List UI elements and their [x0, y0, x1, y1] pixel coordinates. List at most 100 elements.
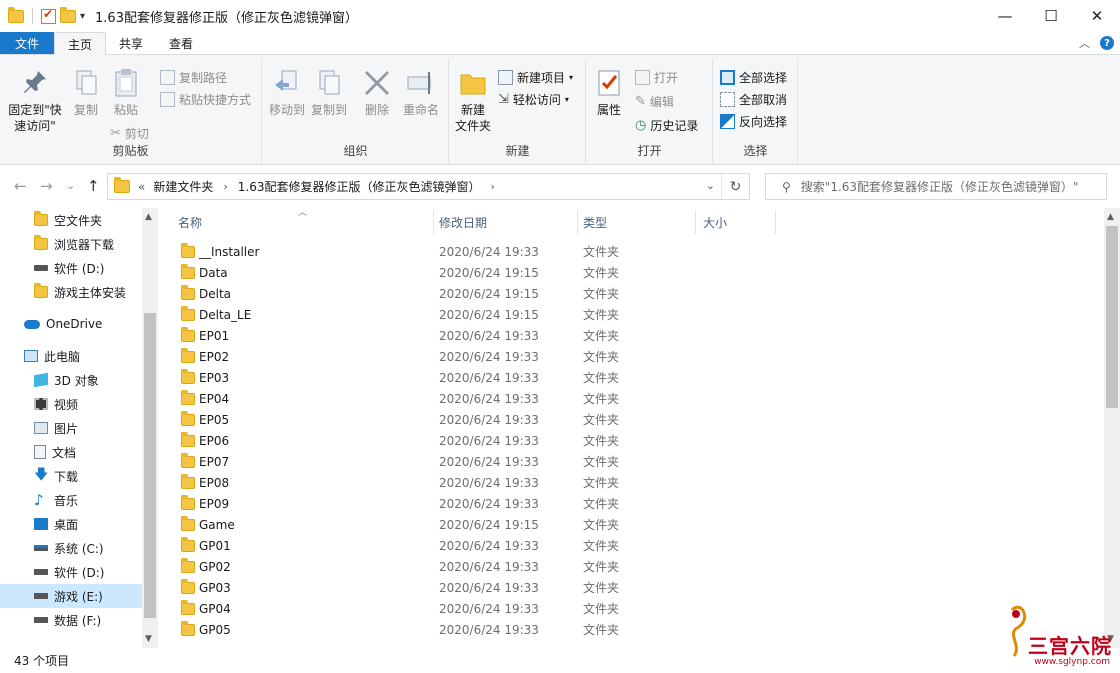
table-row[interactable]: EP08 2020/6/24 19:33 文件夹 — [173, 472, 693, 493]
easy-access-button[interactable]: ⇲ 轻松访问 ▾ — [498, 91, 569, 108]
table-row[interactable]: GP05 2020/6/24 19:33 文件夹 — [173, 619, 693, 640]
breadcrumb-current[interactable]: 1.63配套修复器修正版（修正灰色滤镜弹窗） — [238, 178, 481, 195]
back-button[interactable]: ← — [14, 177, 27, 195]
table-row[interactable]: EP03 2020/6/24 19:33 文件夹 — [173, 367, 693, 388]
tab-file[interactable]: 文件 — [0, 32, 55, 54]
minimize-button[interactable]: — — [982, 0, 1028, 32]
nav-item-this-pc[interactable]: 此电脑 — [0, 344, 142, 368]
paste-shortcut-button[interactable]: 粘贴快捷方式 — [160, 91, 251, 108]
table-row[interactable]: EP07 2020/6/24 19:33 文件夹 — [173, 451, 693, 472]
breadcrumb-new-folder[interactable]: 新建文件夹 — [153, 178, 213, 195]
table-row[interactable]: Game 2020/6/24 19:15 文件夹 — [173, 514, 693, 535]
nav-item-videos[interactable]: 视频 — [0, 392, 142, 416]
pin-to-quick-access-button[interactable]: 固定到"快 速访问" — [4, 67, 66, 134]
close-button[interactable]: ✕ — [1074, 0, 1120, 32]
copy-path-button[interactable]: 复制路径 — [160, 69, 227, 86]
nav-item-desktop[interactable]: 桌面 — [0, 512, 142, 536]
search-input[interactable]: ⚲ 搜索"1.63配套修复器修正版（修正灰色滤镜弹窗）" — [765, 173, 1107, 200]
file-list-scrollbar[interactable]: ▲ ▼ — [1104, 208, 1120, 648]
column-name[interactable]: 名称 — [178, 214, 202, 231]
breadcrumb-chevron[interactable]: › — [491, 180, 495, 193]
table-row[interactable]: EP09 2020/6/24 19:33 文件夹 — [173, 493, 693, 514]
nav-scroll-thumb[interactable] — [144, 313, 156, 618]
nav-item-system-c[interactable]: 系统 (C:) — [0, 536, 142, 560]
nav-item-3d-objects[interactable]: 3D 对象 — [0, 368, 142, 392]
nav-scrollbar[interactable]: ▲ ▼ — [142, 208, 158, 648]
file-list-scroll-thumb[interactable] — [1106, 226, 1118, 408]
breadcrumb-chevron[interactable]: › — [223, 180, 227, 193]
folder-icon — [181, 410, 195, 426]
column-divider[interactable] — [775, 210, 776, 234]
table-row[interactable]: EP02 2020/6/24 19:33 文件夹 — [173, 346, 693, 367]
file-name: EP01 — [199, 328, 230, 343]
nav-item-documents[interactable]: 文档 — [0, 440, 142, 464]
nav-item-empty-folder[interactable]: 空文件夹 — [0, 208, 142, 232]
breadcrumb-overflow[interactable]: « — [138, 180, 145, 194]
properties-button[interactable]: 属性 — [591, 67, 627, 118]
folder-icon — [34, 211, 48, 226]
open-button[interactable]: 打开 — [635, 69, 678, 86]
recent-locations-button[interactable]: ⌄ — [66, 179, 75, 192]
address-bar[interactable]: « 新建文件夹 › 1.63配套修复器修正版（修正灰色滤镜弹窗） › ⌄ ↻ — [107, 173, 750, 200]
move-to-button[interactable]: 移动到 — [267, 67, 307, 118]
table-row[interactable]: EP05 2020/6/24 19:33 文件夹 — [173, 409, 693, 430]
nav-item-software-d2[interactable]: 软件 (D:) — [0, 560, 142, 584]
nav-item-game-install[interactable]: 游戏主体安装 — [0, 280, 142, 304]
table-row[interactable]: EP06 2020/6/24 19:33 文件夹 — [173, 430, 693, 451]
column-size[interactable]: 大小 — [703, 214, 727, 231]
invert-selection-button[interactable]: 反向选择 — [720, 113, 787, 130]
table-row[interactable]: GP03 2020/6/24 19:33 文件夹 — [173, 577, 693, 598]
copy-button[interactable]: 复制 — [68, 67, 104, 118]
address-dropdown-icon[interactable]: ⌄ — [706, 179, 715, 192]
maximize-button[interactable]: ☐ — [1028, 0, 1074, 32]
table-row[interactable]: GP02 2020/6/24 19:33 文件夹 — [173, 556, 693, 577]
up-button[interactable]: ↑ — [87, 177, 100, 195]
tab-view[interactable]: 查看 — [156, 32, 206, 54]
table-row[interactable]: Delta_LE 2020/6/24 19:15 文件夹 — [173, 304, 693, 325]
help-icon[interactable]: ? — [1100, 36, 1114, 50]
table-row[interactable]: Data 2020/6/24 19:15 文件夹 — [173, 262, 693, 283]
scroll-up-icon[interactable]: ▲ — [1107, 212, 1114, 222]
scroll-down-icon[interactable]: ▼ — [145, 634, 152, 644]
new-folder-icon[interactable] — [60, 6, 76, 23]
paste-button[interactable]: 粘贴 — [108, 67, 144, 118]
table-row[interactable]: EP01 2020/6/24 19:33 文件夹 — [173, 325, 693, 346]
nav-item-onedrive[interactable]: OneDrive — [0, 312, 142, 336]
table-row[interactable]: Delta 2020/6/24 19:15 文件夹 — [173, 283, 693, 304]
column-divider[interactable] — [577, 210, 578, 234]
nav-item-browser-downloads[interactable]: 浏览器下载 — [0, 232, 142, 256]
file-date: 2020/6/24 19:15 — [439, 307, 539, 322]
new-folder-button[interactable]: 新建 文件夹 — [452, 67, 494, 134]
nav-item-downloads[interactable]: 🡇 下载 — [0, 464, 142, 488]
column-date[interactable]: 修改日期 — [439, 214, 487, 231]
nav-item-software-d[interactable]: 软件 (D:) — [0, 256, 142, 280]
table-row[interactable]: EP04 2020/6/24 19:33 文件夹 — [173, 388, 693, 409]
properties-icon[interactable] — [41, 7, 56, 24]
select-none-button[interactable]: 全部取消 — [720, 91, 787, 108]
tab-home[interactable]: 主页 — [54, 32, 107, 56]
tab-share[interactable]: 共享 — [106, 32, 156, 54]
customize-toolbar-icon[interactable]: ▾ — [80, 11, 85, 22]
nav-item-music[interactable]: ♪ 音乐 — [0, 488, 142, 512]
column-divider[interactable] — [433, 210, 434, 234]
forward-button[interactable]: → — [40, 177, 53, 195]
history-button[interactable]: ◷ 历史记录 — [635, 117, 698, 134]
column-divider[interactable] — [695, 210, 696, 234]
table-row[interactable]: __Installer 2020/6/24 19:33 文件夹 — [173, 241, 693, 262]
cut-button[interactable]: ✂ 剪切 — [110, 125, 149, 142]
nav-item-games-e[interactable]: 游戏 (E:) — [0, 584, 142, 608]
edit-button[interactable]: ✎ 编辑 — [635, 93, 674, 110]
table-row[interactable]: GP04 2020/6/24 19:33 文件夹 — [173, 598, 693, 619]
new-item-button[interactable]: 新建项目 ▾ — [498, 69, 573, 86]
rename-button[interactable]: 重命名 — [399, 67, 443, 118]
table-row[interactable]: GP01 2020/6/24 19:33 文件夹 — [173, 535, 693, 556]
copy-to-button[interactable]: 复制到 — [309, 67, 349, 118]
scroll-up-icon[interactable]: ▲ — [145, 212, 152, 222]
nav-item-pictures[interactable]: 图片 — [0, 416, 142, 440]
column-type[interactable]: 类型 — [583, 214, 607, 231]
collapse-ribbon-icon[interactable]: ︿ — [1079, 35, 1090, 51]
refresh-button[interactable]: ↻ — [721, 174, 749, 199]
delete-button[interactable]: 删除 — [359, 67, 395, 118]
select-all-button[interactable]: 全部选择 — [720, 69, 787, 86]
nav-item-data-f[interactable]: 数据 (F:) — [0, 608, 142, 632]
